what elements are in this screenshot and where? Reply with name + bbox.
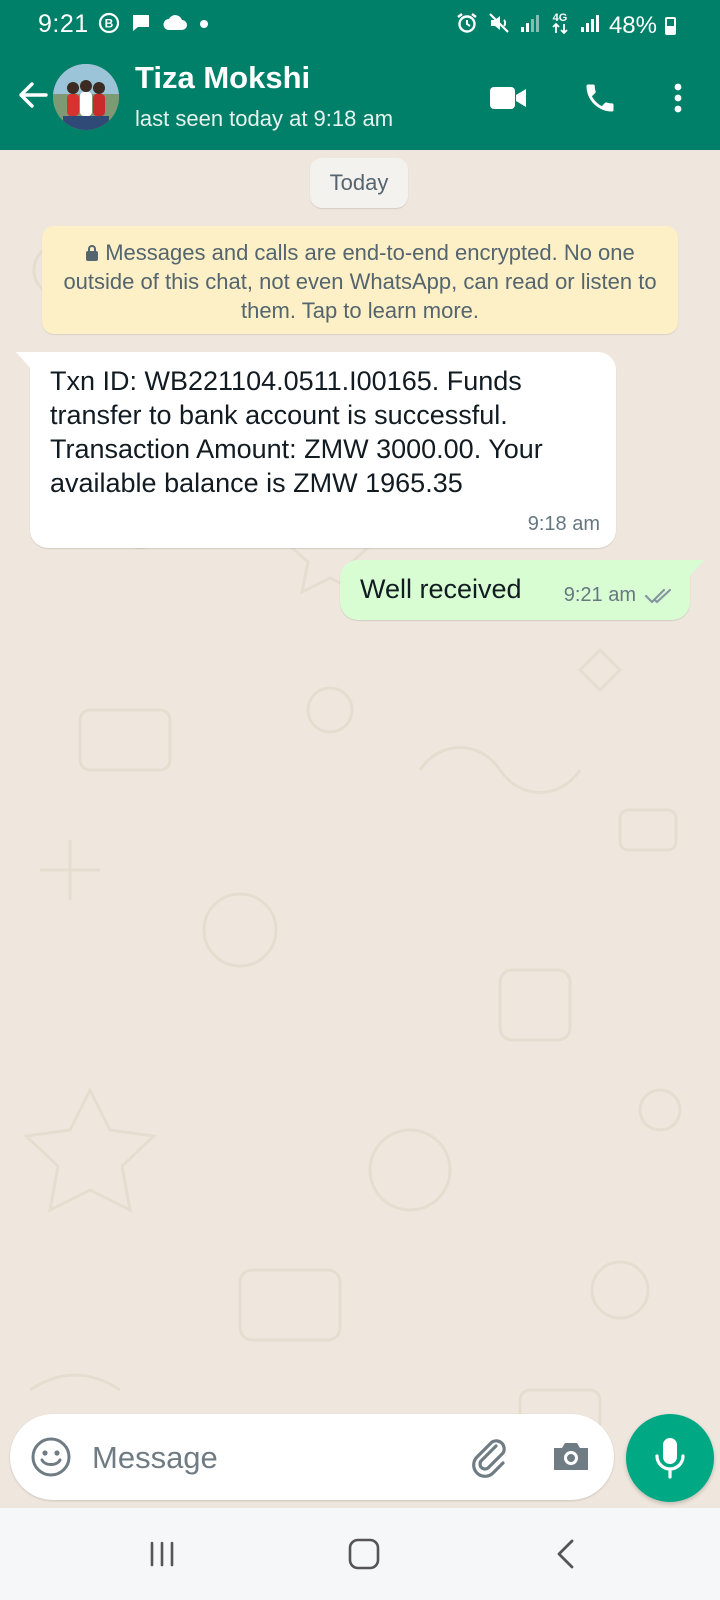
battery-icon <box>665 16 676 35</box>
bubble-tail <box>688 560 704 578</box>
camera-button[interactable] <box>548 1434 594 1480</box>
encryption-notice[interactable]: Messages and calls are end-to-end encryp… <box>42 226 678 334</box>
chat-header: 9:21 B 4G 48% Tiza Mokshi last seen toda… <box>0 0 720 150</box>
message-composer <box>10 1414 614 1500</box>
chat-area[interactable]: Today Messages and calls are end-to-end … <box>0 150 720 1508</box>
message-text: Txn ID: WB221104.0511.I00165. Funds tran… <box>50 366 551 498</box>
message-time: 9:18 am <box>527 513 600 535</box>
contact-name[interactable]: Tiza Mokshi <box>135 60 310 96</box>
app-bar: Tiza Mokshi last seen today at 9:18 am <box>0 52 720 150</box>
network-type-label: 4G <box>553 12 568 24</box>
incoming-message-bubble[interactable]: Txn ID: WB221104.0511.I00165. Funds tran… <box>16 352 616 548</box>
status-time: 9:21 <box>38 10 89 38</box>
signal-icon-2 <box>579 12 601 39</box>
more-vertical-icon <box>674 83 682 113</box>
home-button[interactable] <box>334 1526 394 1582</box>
back-button[interactable] <box>12 74 54 116</box>
signal-icon-1 <box>519 12 541 39</box>
voice-call-button[interactable] <box>576 74 624 122</box>
battery-percent: 48% <box>608 11 657 39</box>
status-bar: 9:21 B 4G 48% <box>0 0 720 52</box>
mute-icon <box>487 11 511 40</box>
message-text: Well received <box>360 574 522 604</box>
chevron-left-icon <box>557 1539 574 1569</box>
encryption-notice-text: Messages and calls are end-to-end encryp… <box>63 240 657 323</box>
microphone-icon <box>655 1438 685 1479</box>
svg-text:B: B <box>105 17 114 31</box>
contact-avatar[interactable] <box>53 64 119 130</box>
recent-apps-button[interactable] <box>132 1526 192 1582</box>
avatar-photo-icon <box>53 64 119 130</box>
date-chip: Today <box>310 158 408 208</box>
emoji-icon <box>31 1437 71 1477</box>
more-options-button[interactable] <box>654 74 702 122</box>
bubble-tail <box>16 352 32 370</box>
paperclip-icon <box>472 1439 506 1478</box>
phone-icon <box>586 84 614 112</box>
message-time: 9:21 am <box>563 584 636 606</box>
double-check-icon <box>644 588 672 603</box>
emoji-button[interactable] <box>28 1434 74 1480</box>
arrow-left-icon <box>19 82 48 108</box>
recents-icon <box>150 1541 174 1567</box>
camera-icon <box>554 1443 588 1470</box>
chat-notification-icon <box>130 12 152 39</box>
voice-message-button[interactable] <box>626 1414 714 1502</box>
b-app-icon: B <box>98 12 120 39</box>
dot-icon <box>198 17 210 35</box>
lock-icon <box>86 245 99 261</box>
status-system-icons: 4G 48% <box>455 10 676 41</box>
message-meta: 9:21 am <box>564 584 674 607</box>
network-type-icon: 4G <box>549 10 571 41</box>
attach-button[interactable] <box>466 1434 512 1480</box>
video-camera-icon <box>490 87 526 109</box>
outgoing-message-bubble[interactable]: Well received 9:21 am <box>340 560 704 620</box>
system-navigation-bar <box>0 1508 720 1600</box>
alarm-icon <box>455 11 479 40</box>
last-seen-status: last seen today at 9:18 am <box>135 106 394 131</box>
video-call-button[interactable] <box>484 74 532 122</box>
message-input[interactable] <box>90 1432 454 1484</box>
system-back-button[interactable] <box>536 1526 596 1582</box>
home-icon <box>348 1538 380 1570</box>
status-notification-icons: B <box>98 12 210 39</box>
cloud-icon <box>162 13 188 38</box>
